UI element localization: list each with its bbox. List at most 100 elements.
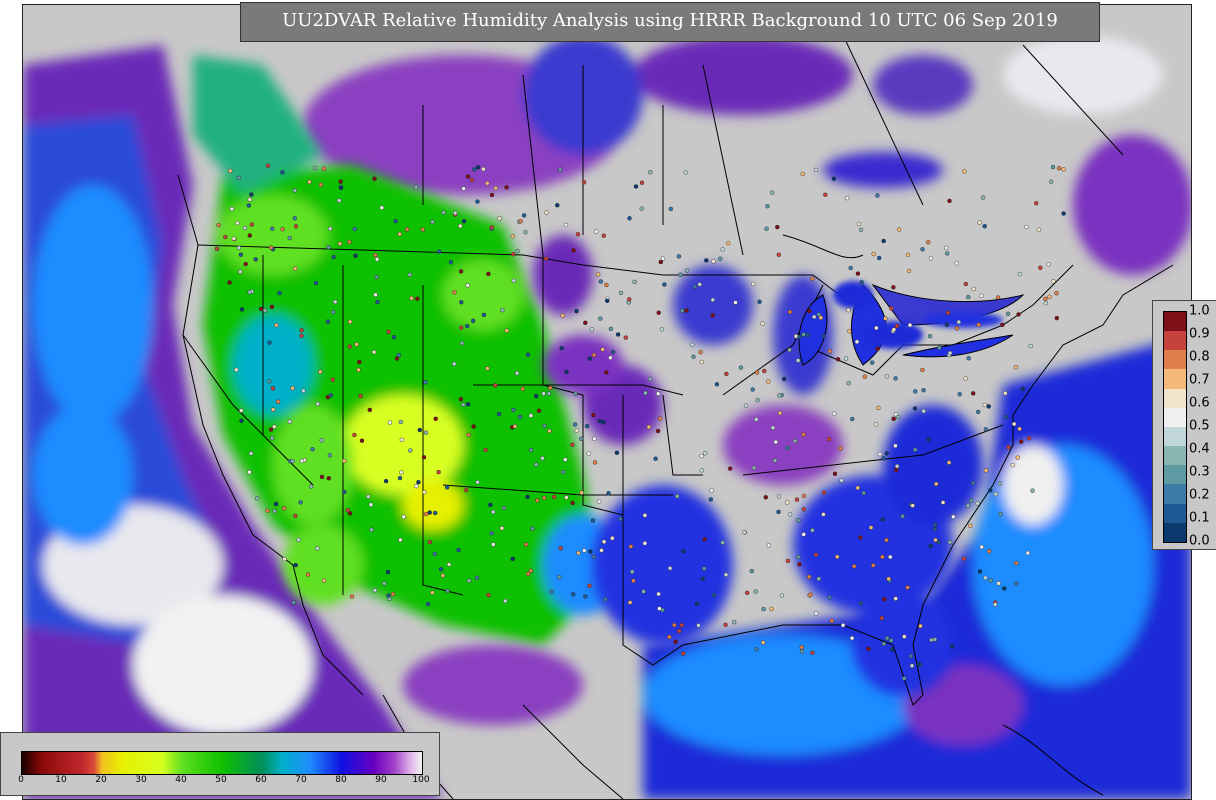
station-dot (779, 593, 785, 598)
station-dot (373, 252, 378, 258)
station-dot (560, 313, 565, 318)
station-dot (342, 489, 347, 495)
station-dot (475, 480, 480, 485)
station-dot (979, 293, 984, 298)
station-dot (583, 320, 588, 325)
station-dot (534, 393, 539, 399)
station-dot (699, 468, 704, 473)
station-dot (307, 179, 312, 185)
station-dot (542, 423, 547, 429)
station-dot (581, 180, 587, 185)
station-dot (514, 371, 520, 376)
station-dot (983, 427, 989, 432)
station-dot (1056, 165, 1062, 171)
station-dot (835, 554, 840, 559)
station-dot (493, 185, 498, 191)
station-dot (818, 315, 823, 320)
station-dot (966, 294, 971, 300)
station-dot (1028, 343, 1033, 349)
station-dot (489, 192, 495, 198)
station-dot (535, 498, 540, 503)
station-dot (526, 571, 531, 577)
station-dot (242, 225, 248, 231)
station-dot (358, 393, 363, 399)
station-dot (486, 592, 491, 598)
station-dot (238, 269, 243, 274)
station-dot (902, 634, 907, 639)
station-dot (921, 408, 926, 414)
station-dot (882, 597, 887, 602)
station-dot (293, 562, 298, 568)
station-dot (971, 286, 976, 292)
station-dot (813, 611, 819, 616)
station-dot (265, 163, 271, 169)
station-dot (738, 365, 744, 370)
station-dot (433, 416, 438, 421)
station-dot (726, 240, 731, 246)
station-dot (662, 282, 667, 287)
station-dot (1006, 445, 1011, 450)
station-dot (965, 503, 971, 508)
station-dot (720, 247, 725, 252)
station-dot (461, 186, 466, 191)
station-dot (810, 276, 815, 281)
station-dot (214, 246, 220, 252)
station-dot (610, 536, 615, 541)
station-dot (459, 325, 464, 330)
station-dot (254, 496, 260, 501)
station-dot (805, 332, 810, 338)
obs-colorbar-segment (1164, 407, 1186, 427)
station-dot (280, 170, 285, 175)
station-dot (601, 539, 607, 544)
station-dot (268, 245, 274, 250)
station-dot (926, 239, 931, 245)
station-dot (1054, 291, 1059, 296)
station-dot (491, 509, 496, 515)
station-dot (338, 179, 343, 184)
station-dot (886, 576, 891, 582)
station-dot (847, 329, 852, 334)
station-dot (396, 352, 401, 358)
station-dot (982, 402, 987, 408)
station-dot (933, 537, 938, 543)
station-dot (223, 234, 228, 240)
station-dot (287, 235, 292, 241)
station-dot (615, 332, 621, 337)
station-dot (801, 332, 806, 337)
station-dot (946, 460, 952, 465)
station-dot (326, 476, 331, 481)
station-dot (968, 523, 973, 528)
station-dot (630, 569, 635, 574)
station-dot (829, 618, 834, 624)
station-dot (292, 216, 297, 221)
rh-colorbar-tick-label: 60 (255, 775, 267, 785)
station-dot (627, 600, 633, 605)
station-dot (386, 329, 391, 334)
rh-colorbar-tick-label: 20 (95, 775, 107, 785)
station-dot (579, 436, 584, 441)
station-dot (471, 318, 476, 323)
station-dot (776, 252, 781, 258)
station-dot (1014, 581, 1019, 586)
rh-colorbar-tick-label: 30 (135, 775, 147, 785)
station-dot (466, 432, 471, 438)
station-dot (293, 266, 298, 271)
station-dot (751, 281, 756, 287)
rh-colorbar-tick-label: 0 (18, 775, 24, 785)
station-dot (845, 195, 850, 201)
station-dot (889, 306, 894, 311)
station-dot (986, 404, 991, 409)
station-dot (564, 495, 569, 500)
station-dot (269, 435, 275, 441)
station-dot (658, 259, 663, 265)
station-dot (976, 322, 981, 327)
station-dot (1034, 201, 1039, 206)
station-dot (796, 554, 801, 560)
station-dot (576, 550, 581, 556)
obs-colorbar-segment (1164, 311, 1186, 332)
station-dot (776, 509, 781, 515)
station-dot (383, 478, 389, 484)
station-dot (1013, 365, 1019, 370)
station-dot (890, 647, 895, 652)
station-dot (806, 574, 812, 580)
